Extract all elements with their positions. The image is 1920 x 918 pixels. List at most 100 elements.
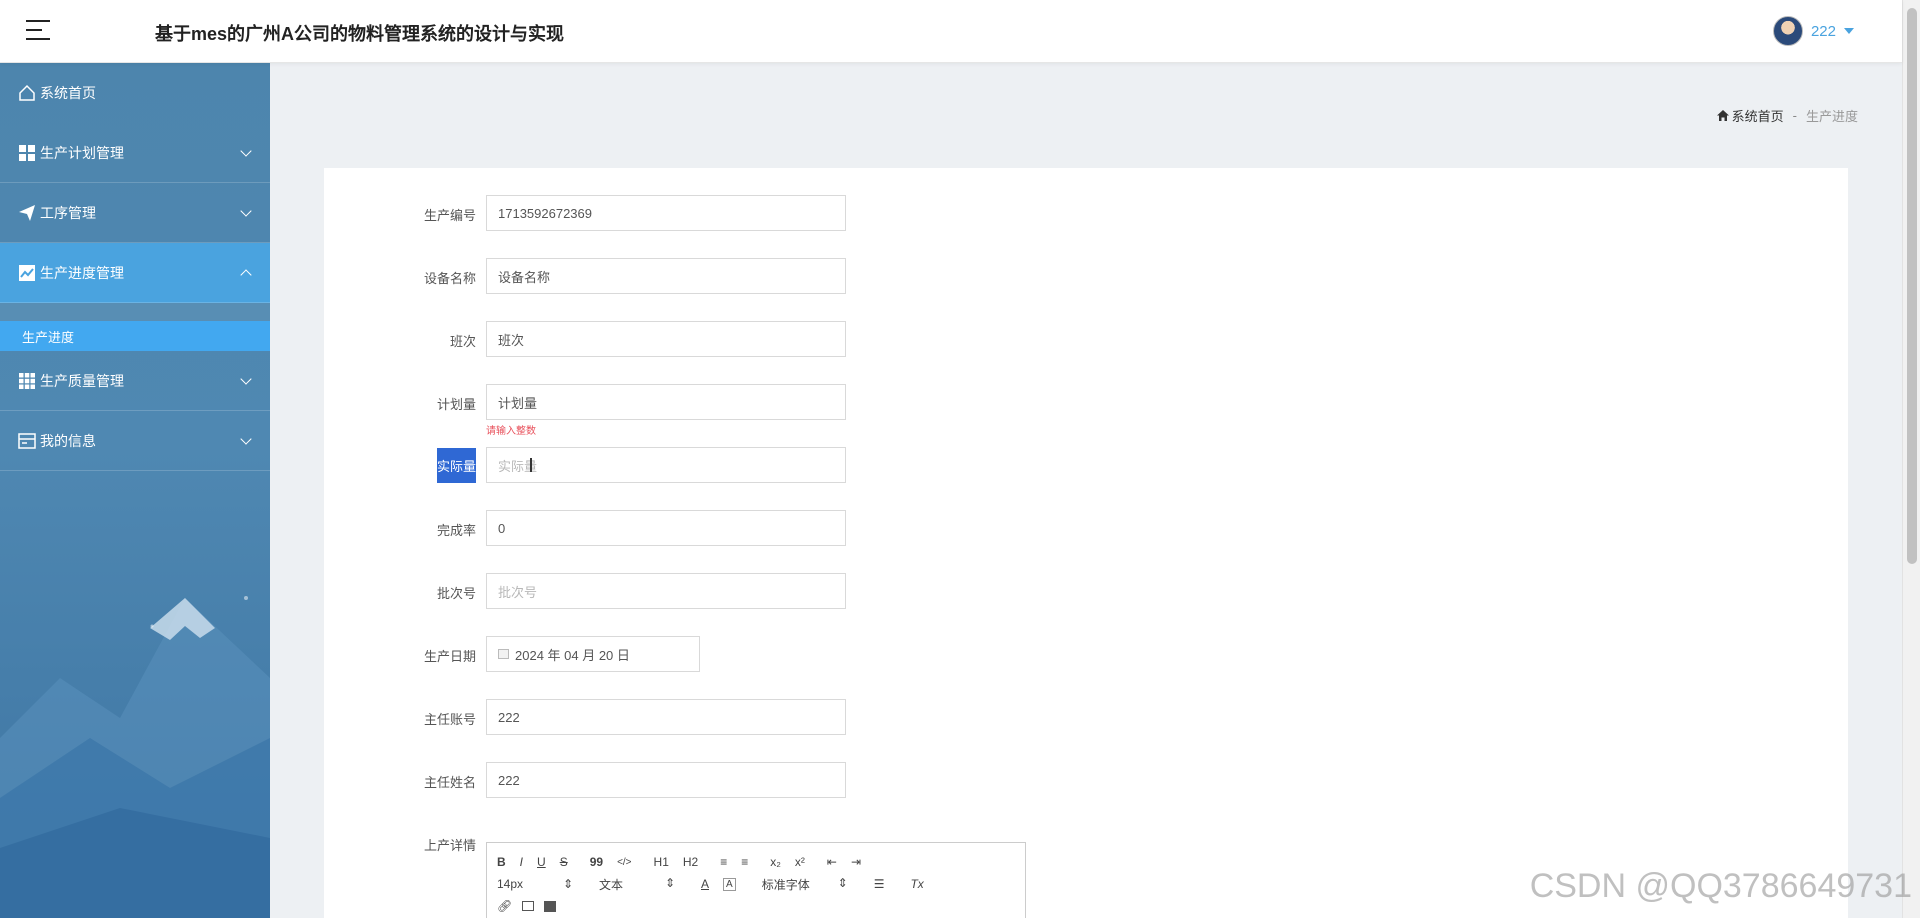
image-icon[interactable] (522, 901, 535, 911)
field-label-wrap: 实际量 (324, 447, 476, 483)
sidebar-item-label: 工序管理 (40, 204, 96, 221)
select-arrows-icon: ⇕ (664, 875, 675, 890)
font-color-button[interactable]: A (701, 877, 709, 891)
chevron-down-icon (240, 373, 252, 385)
user-menu[interactable]: 222 (1772, 16, 1854, 46)
heading2-button[interactable]: H2 (683, 855, 698, 869)
sidebar: 系统首页 生产计划管理 工序管理 生产进度管理 生产进度 生产质量管理 我的信息 (0, 63, 270, 918)
production-date-value: 2024 年 04 月 20 日 (515, 647, 630, 663)
align-left-icon[interactable]: ☰ (874, 877, 885, 891)
form-row-production-no: 生产编号 1713592672369 (324, 195, 1224, 231)
planned-qty-input[interactable]: 计划量 (486, 384, 846, 420)
production-no-input[interactable]: 1713592672369 (486, 195, 846, 231)
editor-toolbar-row-1: B I U S 99 </> H1 H2 ≡ ≡ x₂ x² ⇤ ⇥ (497, 851, 1015, 873)
breadcrumb-home[interactable]: 系统首页 (1716, 106, 1784, 125)
select-arrows-icon: ⇕ (562, 877, 573, 891)
form-row-completion-rate: 完成率 0 (324, 510, 1224, 546)
form-row-device-name: 设备名称 设备名称 (324, 258, 1224, 294)
actual-qty-input[interactable]: 实际量 (486, 447, 846, 483)
caret-down-icon[interactable] (1844, 28, 1854, 34)
field-label: 计划量 (436, 397, 476, 412)
mountain-background-illustration (0, 596, 270, 918)
production-date-picker[interactable]: 2024 年 04 月 20 日 (486, 636, 700, 672)
font-size-value: 14px (497, 877, 524, 891)
clear-format-button[interactable]: Tx (910, 877, 923, 891)
sidebar-item-production-plan[interactable]: 生产计划管理 (0, 123, 270, 183)
field-label: 生产日期 (423, 649, 476, 664)
chevron-down-icon (240, 433, 252, 445)
supervisor-account-input[interactable]: 222 (486, 699, 846, 735)
details-label: 上产详情 (423, 838, 476, 853)
sidebar-item-label: 生产质量管理 (40, 372, 124, 389)
username[interactable]: 222 (1811, 23, 1836, 40)
field-label: 批次号 (436, 586, 476, 601)
sidebar-item-process[interactable]: 工序管理 (0, 183, 270, 243)
text-cursor-icon (530, 458, 532, 472)
link-icon[interactable]: 🔗︎ (497, 899, 512, 913)
ordered-list-button[interactable]: ≡ (720, 855, 727, 869)
bullet-list-button[interactable]: ≡ (741, 855, 748, 869)
field-label: 主任姓名 (423, 775, 476, 790)
shift-input[interactable]: 班次 (486, 321, 846, 357)
code-block-button[interactable]: </> (617, 857, 631, 868)
text-style-value: 文本 (599, 877, 624, 892)
avatar[interactable] (1772, 16, 1803, 46)
indent-button[interactable]: ⇥ (851, 855, 861, 869)
sidebar-item-home[interactable]: 系统首页 (0, 63, 270, 123)
send-icon (19, 204, 35, 221)
sidebar-item-label: 生产进度管理 (40, 264, 124, 281)
background-color-button[interactable]: A (723, 877, 736, 891)
italic-button[interactable]: I (520, 855, 523, 869)
device-name-input[interactable]: 设备名称 (486, 258, 846, 294)
supervisor-name-input[interactable]: 222 (486, 762, 846, 798)
completion-rate-input[interactable]: 0 (486, 510, 846, 546)
text-style-select[interactable]: 文本 ⇕ (599, 876, 675, 893)
sidebar-item-quality[interactable]: 生产质量管理 (0, 351, 270, 411)
bold-button[interactable]: B (497, 855, 506, 869)
underline-button[interactable]: U (537, 855, 546, 869)
subscript-button[interactable]: x₂ (770, 855, 781, 869)
outdent-button[interactable]: ⇤ (827, 855, 837, 869)
select-arrows-icon: ⇕ (837, 875, 848, 890)
calendar-icon (498, 649, 509, 659)
sidebar-item-my-info[interactable]: 我的信息 (0, 411, 270, 471)
table-icon (19, 372, 35, 389)
field-label: 设备名称 (423, 271, 476, 286)
top-bar: 基于mes的广州A公司的物料管理系统的设计与实现 222 (0, 0, 1902, 63)
sidebar-item-label: 生产计划管理 (40, 144, 124, 161)
blockquote-button[interactable]: 99 (590, 855, 603, 869)
breadcrumb-home-label: 系统首页 (1731, 109, 1784, 124)
rich-text-editor[interactable]: B I U S 99 </> H1 H2 ≡ ≡ x₂ x² ⇤ ⇥ 14px ⇕… (486, 842, 1026, 918)
home-icon (1716, 110, 1729, 121)
field-label: 完成率 (436, 523, 476, 538)
breadcrumb-current: 生产进度 (1805, 109, 1858, 124)
chevron-down-icon (240, 145, 252, 157)
form-row-supervisor-account: 主任账号 222 (324, 699, 1224, 735)
field-label: 班次 (449, 334, 476, 349)
chart-icon (19, 264, 35, 281)
editor-toolbar-row-3: 🔗︎ (497, 895, 1015, 917)
breadcrumb: 系统首页 - 生产进度 (1716, 106, 1858, 125)
font-size-select[interactable]: 14px ⇕ (497, 877, 573, 891)
card-icon (18, 432, 36, 449)
form-card: 生产编号 1713592672369 设备名称 设备名称 班次 班次 计划量 计… (324, 168, 1848, 918)
app-title: 基于mes的广州A公司的物料管理系统的设计与实现 (155, 24, 565, 44)
batch-no-input[interactable]: 批次号 (486, 573, 846, 609)
font-family-select[interactable]: 标准字体 ⇕ (762, 876, 848, 893)
superscript-button[interactable]: x² (795, 855, 805, 869)
watermark: CSDN @QQ3786649731 (1529, 867, 1912, 905)
scrollbar-thumb[interactable] (1907, 8, 1917, 564)
planned-qty-error: 请输入整数 (486, 426, 536, 437)
form-row-planned-qty: 计划量 计划量 请输入整数 (324, 384, 1224, 440)
field-label: 生产编号 (423, 208, 476, 223)
heading1-button[interactable]: H1 (654, 855, 669, 869)
field-label: 实际量 (436, 447, 476, 483)
chevron-down-icon (240, 205, 252, 217)
page-scrollbar[interactable] (1902, 0, 1920, 918)
hamburger-menu-icon[interactable] (26, 20, 50, 40)
video-icon[interactable] (544, 900, 557, 912)
sidebar-item-progress[interactable]: 生产进度管理 (0, 243, 270, 303)
strike-button[interactable]: S (560, 855, 568, 869)
form-row-actual-qty: 实际量 实际量 (324, 447, 1224, 483)
sidebar-subitem-progress[interactable]: 生产进度 (0, 321, 270, 351)
